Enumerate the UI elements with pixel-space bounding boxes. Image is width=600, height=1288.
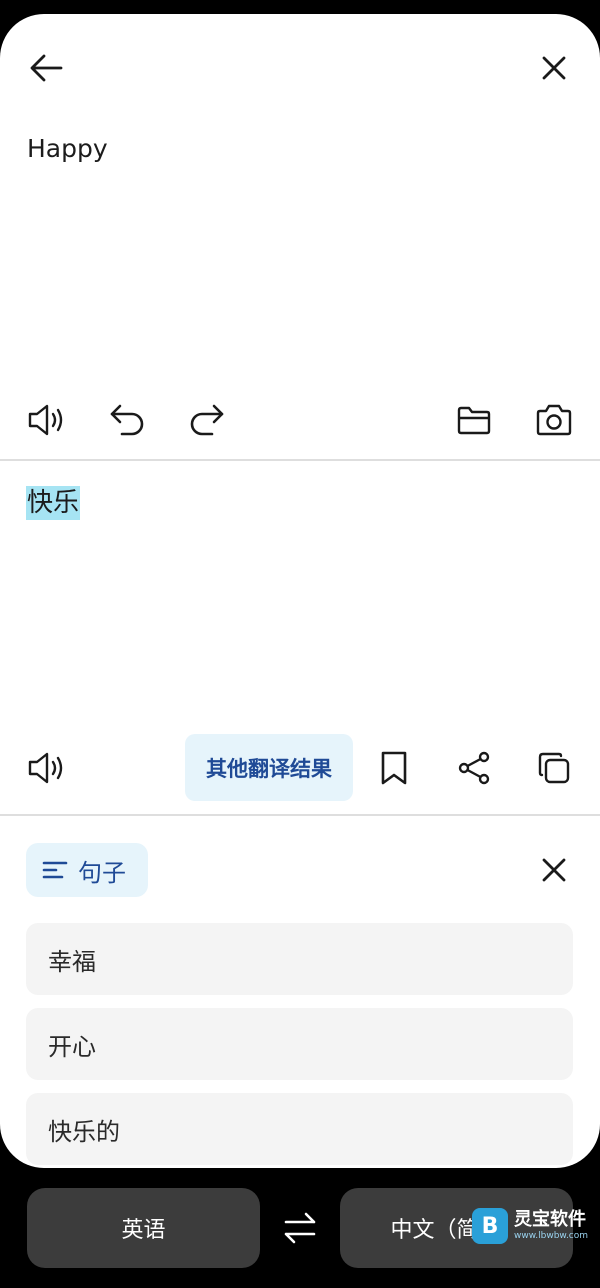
other-results-button[interactable]: 其他翻译结果 [185,734,353,801]
result-item[interactable]: 快乐的 [26,1093,573,1165]
folder-icon [457,406,491,435]
camera-icon [536,404,572,436]
speaker-icon [28,404,63,436]
divider [0,459,600,461]
swap-icon [284,1212,316,1244]
bookmark-icon [381,751,407,785]
watermark-name: 灵宝软件 [514,1209,586,1230]
copy-icon [538,752,570,784]
sentences-chip[interactable]: 句子 [26,843,148,897]
sentences-icon [42,861,68,879]
target-speak-button[interactable] [26,746,68,790]
source-language-button[interactable]: 英语 [27,1188,260,1268]
share-button[interactable] [452,746,496,790]
back-button[interactable] [26,50,66,86]
close-button[interactable] [536,50,572,86]
close-icon [542,858,566,882]
result-item[interactable]: 幸福 [26,923,573,995]
speaker-icon [28,752,63,784]
open-file-button[interactable] [452,398,496,442]
share-icon [458,751,490,785]
camera-button[interactable] [532,398,576,442]
source-speak-button[interactable] [26,398,68,442]
swap-languages-button[interactable] [280,1208,320,1248]
divider [0,814,600,816]
sentences-chip-label: 句子 [78,858,126,887]
close-sentences-button[interactable] [536,852,572,888]
redo-icon [190,404,224,436]
copy-button[interactable] [532,746,576,790]
result-item[interactable]: 开心 [26,1008,573,1080]
watermark-text: 灵宝软件 www.lbwbw.com [514,1210,588,1242]
close-icon [542,56,566,80]
source-text-input[interactable]: Happy [27,134,108,163]
back-arrow-icon [30,54,63,82]
redo-button[interactable] [186,398,228,442]
undo-button[interactable] [106,398,148,442]
watermark: B 灵宝软件 www.lbwbw.com [472,1208,588,1244]
translation-text[interactable]: 快乐 [26,486,81,520]
undo-icon [110,404,144,436]
watermark-logo: B [472,1208,508,1244]
bookmark-button[interactable] [372,746,416,790]
translation-card: Happy 快乐 其他翻译结果 句子 幸福 开心 快乐的 [0,14,600,1168]
watermark-url: www.lbwbw.com [514,1231,589,1241]
